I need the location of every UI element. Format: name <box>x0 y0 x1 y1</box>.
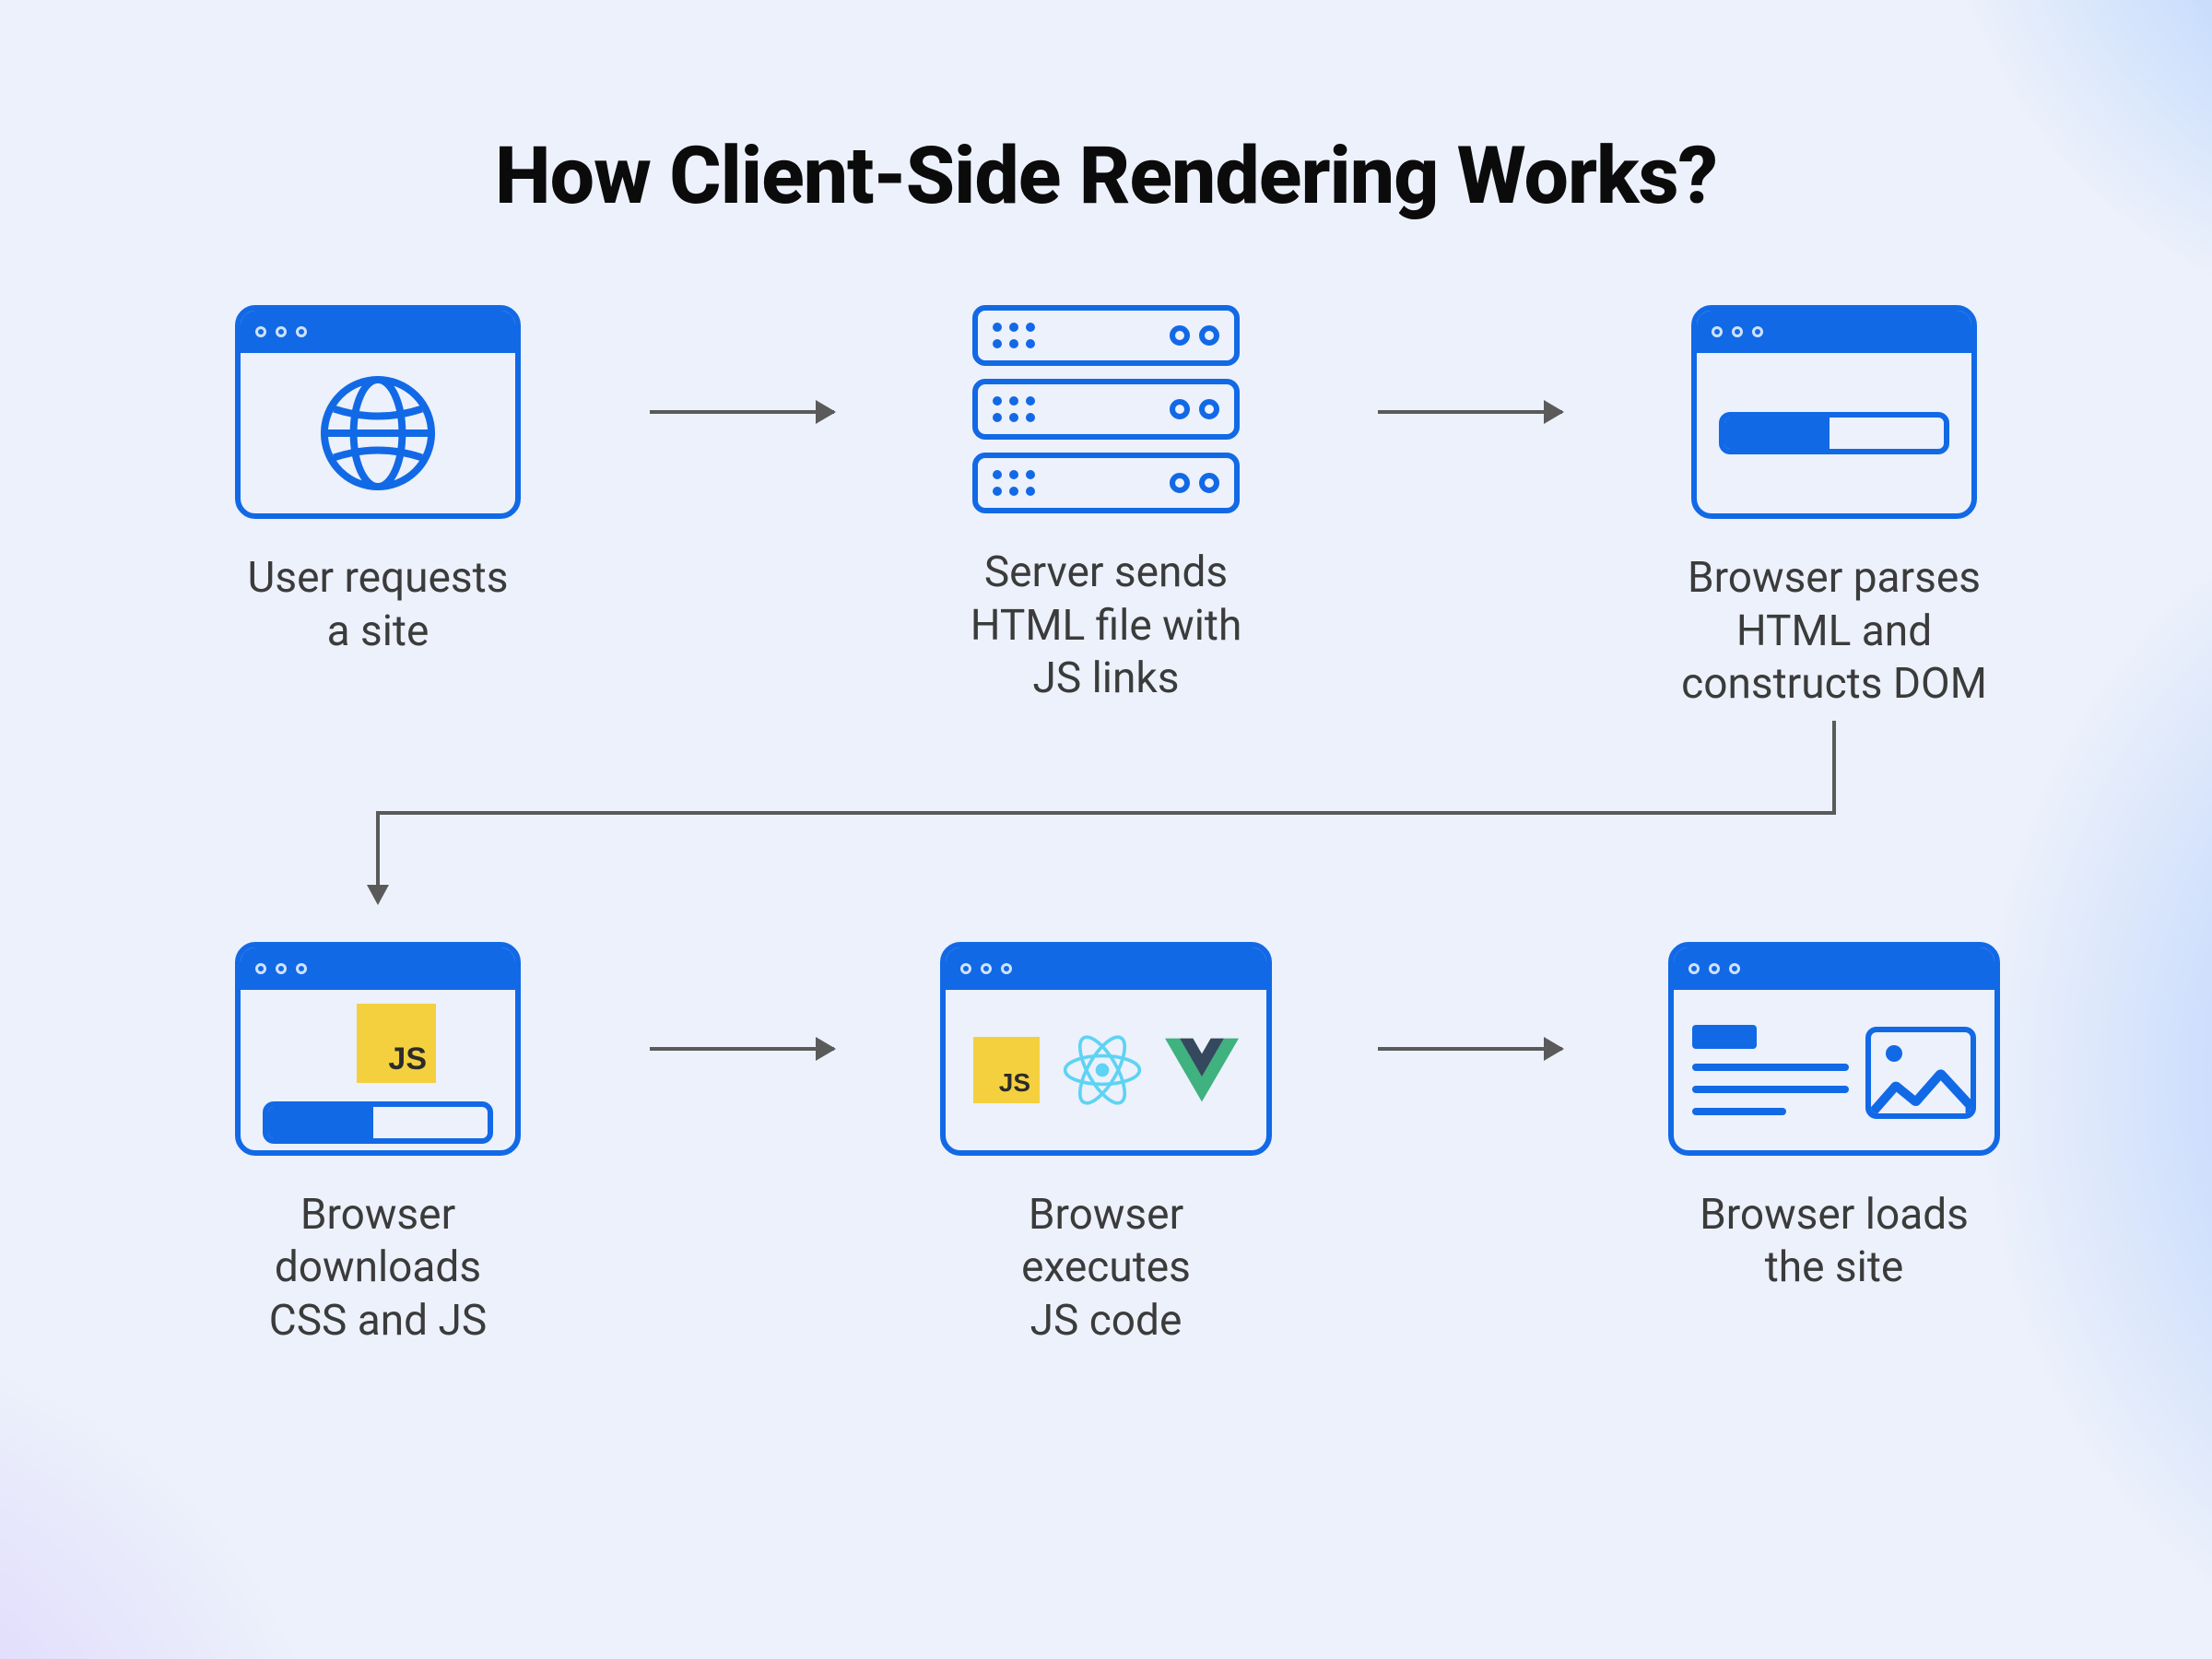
window-titlebar <box>1697 311 1971 353</box>
diagram-title: How Client-Side Rendering Works? <box>184 129 2028 222</box>
progress-bar-icon <box>263 1101 493 1144</box>
window-titlebar <box>946 947 1266 990</box>
diagram-canvas: How Client-Side Rendering Works? <box>0 0 2212 1659</box>
step-label: Server sendsHTML file withJS links <box>971 547 1242 706</box>
browser-window-icon <box>235 305 521 519</box>
browser-window-icon <box>1691 305 1977 519</box>
window-titlebar <box>1674 947 1994 990</box>
step-server-sends: Server sendsHTML file withJS links <box>912 305 1300 706</box>
step-label: BrowserdownloadsCSS and JS <box>269 1189 487 1348</box>
step-user-requests: User requestsa site <box>184 305 571 658</box>
step-label: Browser parsesHTML andconstructs DOM <box>1681 552 1987 712</box>
step-browser-downloads: JS BrowserdownloadsCSS and JS <box>184 942 571 1348</box>
js-logo-icon: JS <box>357 1004 436 1083</box>
arrow-5-6 <box>1359 942 1581 1156</box>
arrow-1-2 <box>631 305 853 519</box>
step-label: User requestsa site <box>248 552 509 658</box>
step-browser-parses: Browser parsesHTML andconstructs DOM <box>1641 305 2028 712</box>
vue-logo-icon <box>1165 1038 1239 1102</box>
react-logo-icon <box>1062 1030 1143 1111</box>
globe-icon <box>317 372 439 494</box>
connector-3-4 <box>184 721 2028 905</box>
row-2: JS BrowserdownloadsCSS and JS JS <box>184 942 2028 1348</box>
step-browser-executes: JS <box>912 942 1300 1348</box>
progress-bar-icon <box>1719 412 1949 454</box>
step-label: Browser loadsthe site <box>1700 1189 1969 1295</box>
step-browser-loads: Browser loadsthe site <box>1641 942 2028 1295</box>
server-icon <box>972 305 1240 513</box>
browser-window-icon <box>1668 942 2000 1156</box>
js-logo-icon: JS <box>973 1037 1040 1103</box>
browser-window-icon: JS <box>940 942 1272 1156</box>
arrow-4-5 <box>631 942 853 1156</box>
arrow-2-3 <box>1359 305 1581 519</box>
page-content-lines-icon <box>1692 1025 1848 1115</box>
window-titlebar <box>241 311 515 353</box>
row-1: User requestsa site Server sendsHTML fil… <box>184 305 2028 712</box>
image-placeholder-icon <box>1865 1027 1976 1119</box>
browser-window-icon: JS <box>235 942 521 1156</box>
step-label: BrowserexecutesJS code <box>1021 1189 1191 1348</box>
window-titlebar <box>241 947 515 990</box>
